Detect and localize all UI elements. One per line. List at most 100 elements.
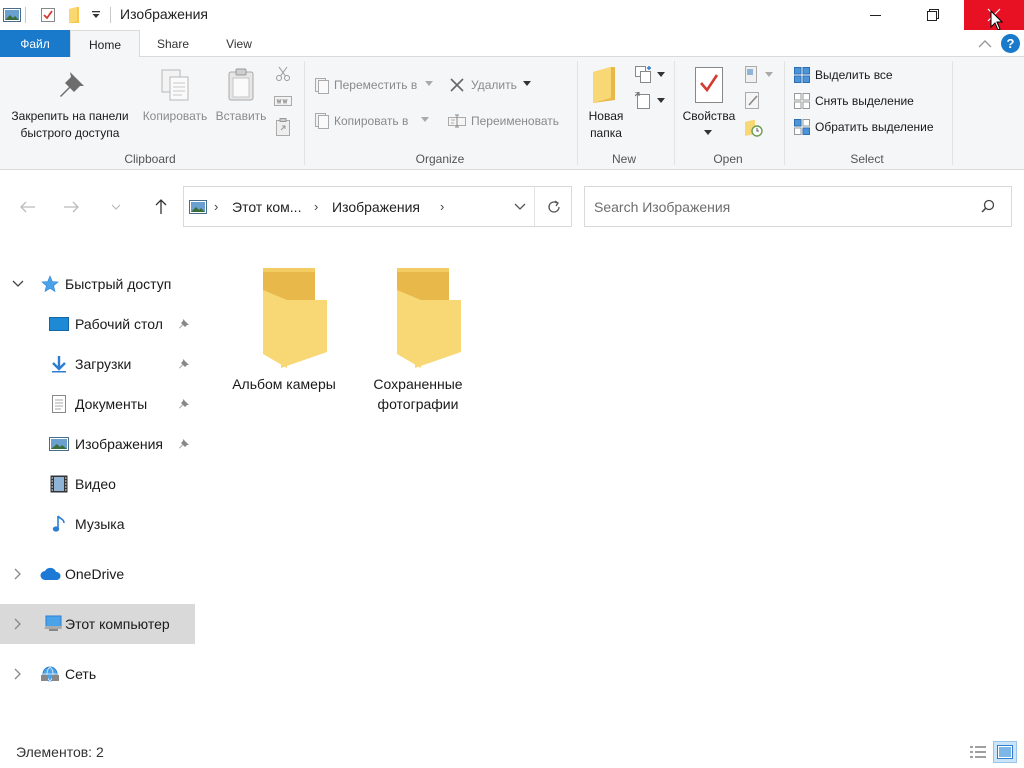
nav-label: Загрузки <box>75 356 132 372</box>
large-icons-view-button[interactable] <box>993 741 1017 763</box>
new-folder-button[interactable]: Новая папка <box>580 108 632 142</box>
search-input[interactable]: Search Изображения <box>594 199 730 215</box>
select-none-button[interactable]: Снять выделение <box>815 94 914 108</box>
pictures-icon <box>49 434 69 454</box>
copy-to-button[interactable]: Копировать в <box>334 114 408 128</box>
open-icon[interactable] <box>743 65 763 85</box>
chevron-down-icon[interactable] <box>11 280 25 288</box>
nav-label: Этот компьютер <box>65 616 170 632</box>
chevron-right-icon[interactable] <box>11 618 25 630</box>
rename-icon[interactable] <box>448 112 466 130</box>
breadcrumb-this-pc[interactable]: Этот ком... <box>232 199 301 215</box>
pin-to-quick-access-button[interactable]: Закрепить на панели быстрого доступа <box>4 108 136 142</box>
select-all-button[interactable]: Выделить все <box>815 68 893 82</box>
properties-button[interactable]: Свойства <box>678 108 740 125</box>
copy-icon[interactable] <box>158 67 192 103</box>
nav-item-pictures[interactable]: Изображения <box>0 424 196 464</box>
details-view-button[interactable] <box>966 741 990 763</box>
folder-name: Альбом камеры <box>232 376 336 392</box>
breadcrumb-chevron-icon[interactable]: › <box>440 199 444 214</box>
nav-item-this-pc[interactable]: Этот компьютер <box>0 604 195 644</box>
pin-icon[interactable] <box>177 437 191 451</box>
edit-icon[interactable] <box>743 91 763 111</box>
nav-item-documents[interactable]: Документы <box>0 384 196 424</box>
computer-icon <box>43 614 63 634</box>
copy-path-icon[interactable] <box>274 92 292 110</box>
history-icon[interactable] <box>743 117 765 139</box>
nav-label: OneDrive <box>65 566 125 582</box>
delete-icon[interactable] <box>448 76 466 94</box>
nav-item-music[interactable]: Музыка <box>0 504 196 544</box>
copy-button[interactable]: Копировать <box>136 108 214 125</box>
address-history-dropdown[interactable] <box>508 195 532 219</box>
breadcrumb-chevron-icon[interactable]: › <box>314 199 318 214</box>
new-folder-label-line1: Новая <box>588 109 624 123</box>
tab-view[interactable]: View <box>206 30 272 57</box>
tab-share[interactable]: Share <box>140 30 206 57</box>
easy-access-dropdown-icon[interactable] <box>656 96 666 106</box>
nav-item-quick-access[interactable]: Быстрый доступ <box>0 264 196 304</box>
delete-button[interactable]: Удалить <box>471 78 517 92</box>
properties-quick-icon[interactable] <box>38 5 58 25</box>
nav-item-videos[interactable]: Видео <box>0 464 196 504</box>
breadcrumb-chevron-icon[interactable]: › <box>214 199 218 214</box>
invert-selection-button[interactable]: Обратить выделение <box>815 120 934 134</box>
search-box[interactable]: Search Изображения <box>584 186 1012 227</box>
nav-label: Сеть <box>65 666 97 682</box>
easy-access-icon[interactable] <box>634 91 654 111</box>
pin-icon[interactable] <box>56 69 88 101</box>
cloud-icon <box>39 564 63 584</box>
nav-item-desktop[interactable]: Рабочий стол <box>0 304 196 344</box>
invert-selection-icon[interactable] <box>793 118 811 136</box>
search-icon[interactable] <box>981 199 995 216</box>
paste-icon[interactable] <box>224 67 258 103</box>
restore-button[interactable] <box>910 0 956 30</box>
breadcrumb-pictures[interactable]: Изображения <box>332 199 420 215</box>
help-button[interactable]: ? <box>1001 34 1020 53</box>
properties-dropdown-icon[interactable] <box>703 129 713 137</box>
nav-item-downloads[interactable]: Загрузки <box>0 344 196 384</box>
refresh-button[interactable] <box>534 187 572 226</box>
nav-item-network[interactable]: Сеть <box>0 654 196 694</box>
delete-dropdown-icon[interactable] <box>522 79 532 89</box>
forward-button[interactable] <box>60 196 82 218</box>
move-to-icon[interactable] <box>313 77 331 95</box>
copy-to-dropdown-icon[interactable] <box>420 115 430 125</box>
nav-item-onedrive[interactable]: OneDrive <box>0 554 196 594</box>
pin-icon[interactable] <box>177 397 191 411</box>
chevron-right-icon[interactable] <box>11 568 25 580</box>
rename-button[interactable]: Переименовать <box>471 114 559 128</box>
back-button[interactable] <box>17 196 39 218</box>
open-dropdown-icon[interactable] <box>764 70 774 80</box>
new-item-icon[interactable] <box>634 65 654 85</box>
paste-button[interactable]: Вставить <box>210 108 272 125</box>
select-all-icon[interactable] <box>793 66 811 84</box>
properties-icon[interactable] <box>692 65 726 105</box>
app-icon[interactable] <box>2 5 22 25</box>
nav-label: Видео <box>75 476 116 492</box>
tab-file[interactable]: Файл <box>0 30 70 57</box>
folder-item[interactable]: Сохраненные фотографии <box>353 262 483 412</box>
move-to-dropdown-icon[interactable] <box>424 79 434 89</box>
folder-name-line2: фотографии <box>377 396 459 412</box>
move-to-button[interactable]: Переместить в <box>334 78 417 92</box>
up-button[interactable] <box>150 196 172 218</box>
address-bar[interactable]: › Этот ком... › Изображения › <box>183 186 572 227</box>
new-folder-quick-icon[interactable] <box>64 5 84 25</box>
copy-to-icon[interactable] <box>313 112 331 130</box>
recent-locations-button[interactable] <box>105 196 127 218</box>
pin-icon[interactable] <box>177 357 191 371</box>
select-none-icon[interactable] <box>793 92 811 110</box>
collapse-ribbon-button[interactable] <box>975 34 995 54</box>
cut-icon[interactable] <box>274 65 292 83</box>
chevron-right-icon[interactable] <box>11 668 25 680</box>
pictures-location-icon <box>188 198 208 216</box>
new-item-dropdown-icon[interactable] <box>656 70 666 80</box>
minimize-button[interactable] <box>852 0 898 30</box>
folder-item[interactable]: Альбом камеры <box>219 262 349 392</box>
tab-home[interactable]: Home <box>70 30 140 58</box>
paste-shortcut-icon[interactable] <box>274 117 292 137</box>
customize-quick-access-icon[interactable] <box>89 5 103 25</box>
pin-icon[interactable] <box>177 317 191 331</box>
new-folder-icon[interactable] <box>590 65 618 105</box>
